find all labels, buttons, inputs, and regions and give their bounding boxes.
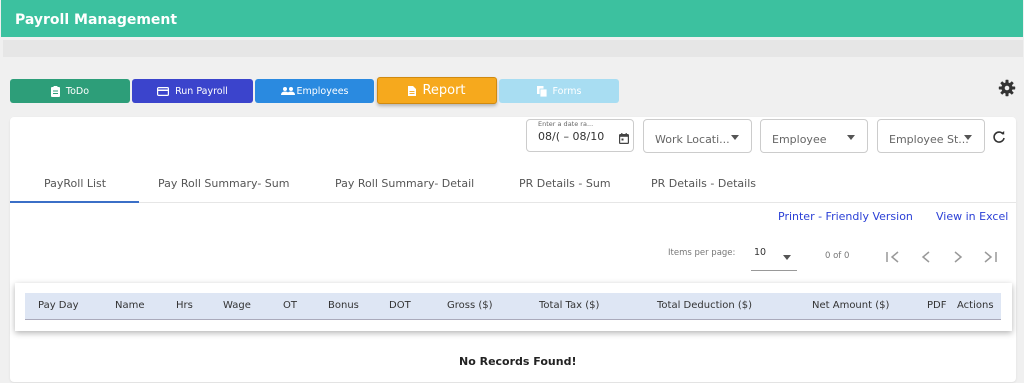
dropdown-arrow-icon xyxy=(964,135,972,140)
column-header-wage[interactable]: Wage xyxy=(223,300,251,311)
refresh-icon[interactable] xyxy=(992,129,1006,148)
app-header: Payroll Management xyxy=(1,0,1023,37)
dropdown-arrow-icon xyxy=(847,135,855,140)
employee-select[interactable]: Employee xyxy=(760,119,868,153)
tab-payroll-list[interactable]: PayRoll List xyxy=(44,177,106,190)
people-icon xyxy=(280,87,295,95)
date-range-value: 08/( – 08/10 xyxy=(538,130,605,143)
column-header-name[interactable]: Name xyxy=(115,300,145,311)
report-card xyxy=(10,117,1016,382)
run-payroll-label: Run Payroll xyxy=(175,85,228,97)
tab-divider xyxy=(139,202,1016,203)
work-location-select[interactable]: Work Locati... xyxy=(643,119,752,153)
column-header-total-deduction[interactable]: Total Deduction ($) xyxy=(657,300,752,311)
employees-label: Employees xyxy=(296,85,349,97)
column-header-hrs[interactable]: Hrs xyxy=(176,300,193,311)
copy-icon xyxy=(536,85,547,97)
view-in-excel-link[interactable]: View in Excel xyxy=(936,210,1008,223)
previous-page-icon[interactable] xyxy=(919,249,933,268)
dropdown-arrow-icon xyxy=(731,135,739,140)
calendar-icon[interactable] xyxy=(619,129,630,148)
items-per-page-arrow-icon[interactable] xyxy=(783,255,791,260)
tab-pr-details-details[interactable]: PR Details - Details xyxy=(651,177,756,190)
app-title: Payroll Management xyxy=(15,12,178,28)
next-page-icon[interactable] xyxy=(951,249,965,268)
last-page-icon[interactable] xyxy=(982,249,998,268)
first-page-icon[interactable] xyxy=(885,249,901,268)
forms-label: Forms xyxy=(552,85,582,97)
tab-pr-details-sum[interactable]: PR Details - Sum xyxy=(519,177,611,190)
employee-value: Employee xyxy=(772,133,827,146)
employee-status-value: Employee St... xyxy=(889,133,969,146)
column-header-ot[interactable]: OT xyxy=(283,300,297,311)
tab-payroll-summary-detail[interactable]: Pay Roll Summary- Detail xyxy=(335,177,474,190)
report-button[interactable]: Report xyxy=(377,77,497,104)
column-header-net-amount[interactable]: Net Amount ($) xyxy=(812,300,889,311)
column-header-gross[interactable]: Gross ($) xyxy=(447,300,493,311)
column-header-total-tax[interactable]: Total Tax ($) xyxy=(539,300,599,311)
todo-label: ToDo xyxy=(65,85,90,97)
sub-header-bar xyxy=(3,40,1023,57)
items-per-page-select[interactable]: 10 xyxy=(754,247,766,258)
pagination-range: 0 of 0 xyxy=(825,251,850,261)
report-label: Report xyxy=(422,83,466,98)
printer-friendly-link[interactable]: Printer - Friendly Version xyxy=(778,210,913,223)
active-tab-indicator xyxy=(10,201,139,203)
settings-gear-icon[interactable] xyxy=(998,79,1016,97)
items-per-page-label: Items per page: xyxy=(668,248,736,258)
column-header-actions[interactable]: Actions xyxy=(957,300,994,311)
date-range-input[interactable]: Enter a date ra... 08/( – 08/10 xyxy=(526,119,634,152)
column-header-pdf[interactable]: PDF xyxy=(927,300,946,311)
column-header-pay-day[interactable]: Pay Day xyxy=(38,300,79,311)
todo-button[interactable]: ToDo xyxy=(10,79,130,103)
empty-table-message: No Records Found! xyxy=(459,355,577,368)
clipboard-icon xyxy=(50,85,60,97)
work-location-value: Work Locati... xyxy=(655,133,730,146)
column-header-bonus[interactable]: Bonus xyxy=(328,300,359,311)
date-range-label: Enter a date ra... xyxy=(538,120,594,128)
credit-card-icon xyxy=(157,86,170,96)
column-header-dot[interactable]: DOT xyxy=(389,300,411,311)
employees-button[interactable]: Employees xyxy=(255,79,374,103)
document-icon xyxy=(408,85,417,96)
forms-button[interactable]: Forms xyxy=(499,79,619,103)
items-per-page-underline xyxy=(751,270,797,271)
run-payroll-button[interactable]: Run Payroll xyxy=(132,79,253,103)
tab-payroll-summary-sum[interactable]: Pay Roll Summary- Sum xyxy=(158,177,289,190)
employee-status-select[interactable]: Employee St... xyxy=(877,119,985,153)
